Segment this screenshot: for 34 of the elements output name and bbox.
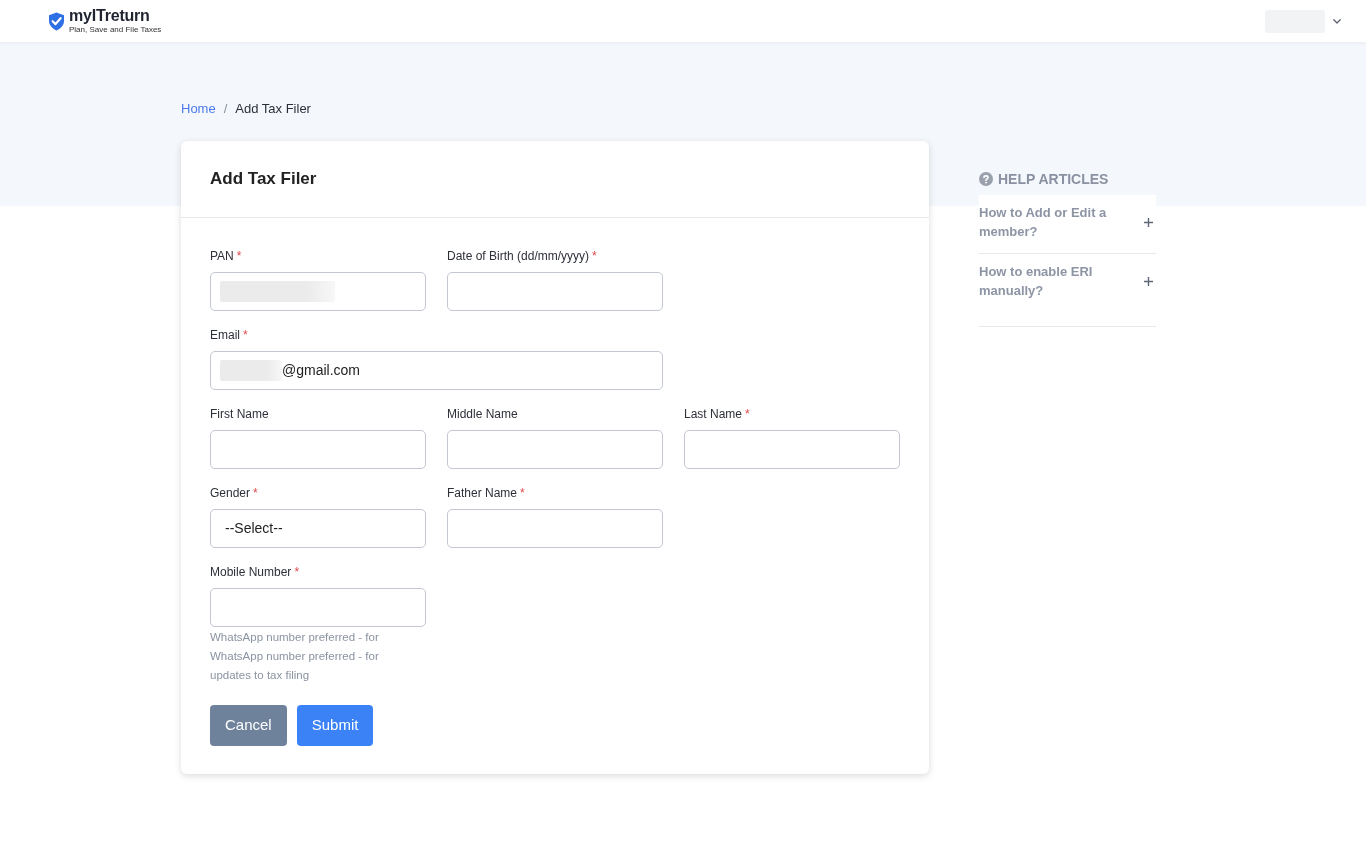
- input-field[interactable]: [447, 509, 663, 548]
- field-label: Last Name *: [684, 406, 751, 422]
- field-label: Mobile Number *: [210, 564, 301, 580]
- select-field[interactable]: --Select--: [210, 509, 426, 548]
- breadcrumb-current: Add Tax Filer: [235, 100, 311, 118]
- help-text: WhatsApp number preferred - for updates to tax filing: [210, 649, 380, 683]
- submit-button[interactable]: Submit: [296, 705, 374, 746]
- brand-tagline: Plan, Save and File Taxes: [69, 25, 162, 34]
- help-article-toggle[interactable]: How to enable ERI manually?: [979, 254, 1156, 327]
- chevron-down-icon[interactable]: [1333, 18, 1341, 24]
- field-label: Gender *: [210, 485, 259, 501]
- input-field[interactable]: @gmail.com: [210, 351, 663, 390]
- field-label: PAN *: [210, 248, 243, 264]
- input-field[interactable]: [210, 588, 426, 627]
- field-label: Father Name *: [447, 485, 526, 501]
- field-label: First Name: [210, 406, 270, 422]
- breadcrumb-separator: /: [223, 100, 228, 118]
- card-title: Add Tax Filer: [210, 168, 317, 190]
- input-field[interactable]: [210, 430, 426, 469]
- input-field[interactable]: [684, 430, 900, 469]
- question-circle-icon: [979, 172, 993, 186]
- cancel-button[interactable]: Cancel: [210, 705, 287, 746]
- help-article-toggle[interactable]: How to Add or Edit a member?: [979, 195, 1156, 254]
- brand-name: myITreturn: [69, 8, 151, 24]
- field-label: Middle Name: [447, 406, 519, 422]
- breadcrumb-link[interactable]: Home: [181, 100, 216, 118]
- help-articles-heading: HELP ARTICLES: [998, 170, 1109, 188]
- input-field[interactable]: [447, 272, 663, 311]
- input-field[interactable]: [447, 430, 663, 469]
- field-label: Date of Birth (dd/mm/yyyy) *: [447, 248, 598, 264]
- shield-check-icon: [48, 11, 65, 31]
- help-text: WhatsApp number preferred - for: [210, 630, 380, 645]
- field-label: Email *: [210, 327, 249, 343]
- input-field[interactable]: [210, 272, 426, 311]
